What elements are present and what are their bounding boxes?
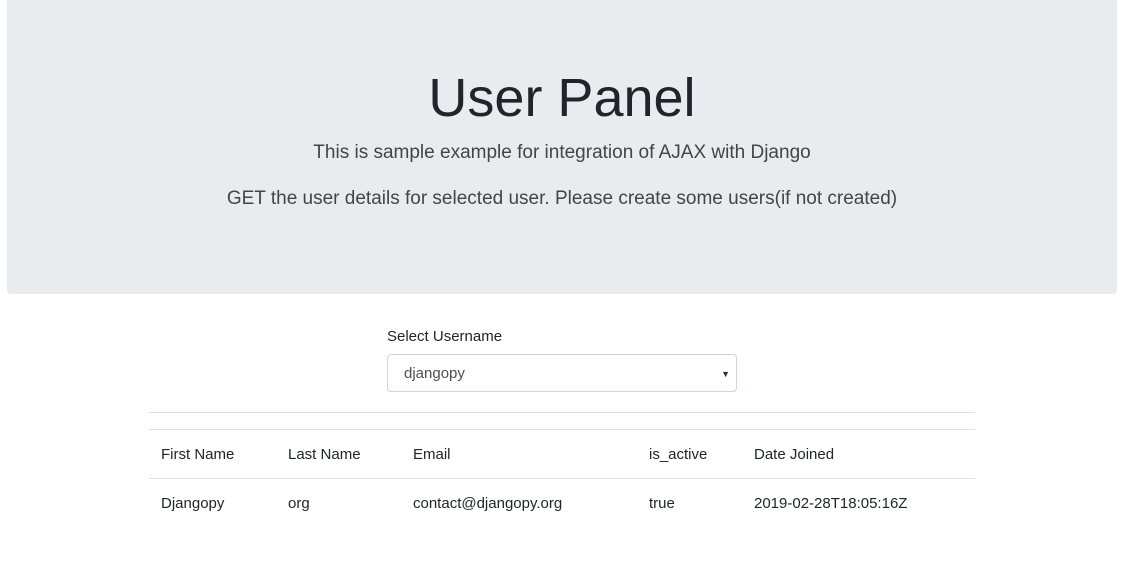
column-header-email: Email [401, 429, 637, 479]
column-header-last-name: Last Name [276, 429, 401, 479]
cell-is-active: true [649, 495, 675, 513]
username-form-group: Select Username djangopy ▼ [387, 328, 737, 392]
table-row: Djangopy org contact@djangopy.org true 2… [149, 479, 975, 529]
table-header-row: First Name Last Name Email is_active Dat… [149, 429, 975, 479]
cell-date-joined: 2019-02-28T18:05:16Z [754, 495, 908, 513]
cell-last-name: org [288, 495, 310, 513]
page-description: GET the user details for selected user. … [226, 188, 898, 209]
username-label: Select Username [387, 328, 503, 345]
cell-email: contact@djangopy.org [413, 495, 563, 513]
username-select-value: djangopy [404, 365, 465, 382]
cell-first-name: Djangopy [161, 495, 225, 513]
column-header-first-name: First Name [149, 429, 276, 479]
divider [149, 412, 975, 413]
page-subtitle: This is sample example for integration o… [313, 142, 811, 163]
user-details-table: First Name Last Name Email is_active Dat… [149, 429, 975, 529]
caret-down-icon: ▼ [721, 369, 730, 379]
page-title: User Panel [428, 68, 696, 128]
column-header-is-active: is_active [637, 429, 742, 479]
column-header-date-joined: Date Joined [742, 429, 975, 479]
username-select[interactable]: djangopy ▼ [387, 354, 737, 392]
header-panel: User Panel This is sample example for in… [7, 0, 1117, 294]
